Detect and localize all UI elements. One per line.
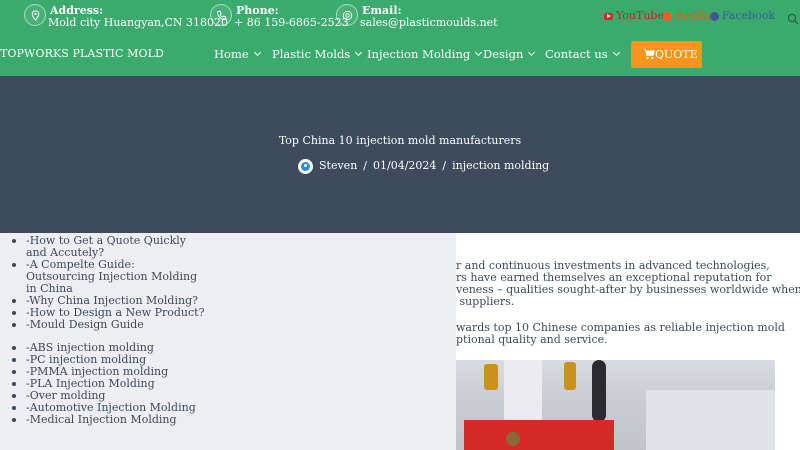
machine-bolt <box>506 432 520 446</box>
location-pin-icon <box>24 4 46 26</box>
shopping-cart-icon <box>643 48 655 60</box>
phone-icon <box>210 4 232 26</box>
youtube-label: YouTube <box>616 9 664 22</box>
nav-item-contact-us[interactable]: Contact us <box>545 47 620 61</box>
main-navigation: TOPWORKS PLASTIC MOLD Home Plastic Molds… <box>0 34 800 76</box>
chevron-down-icon <box>253 48 261 57</box>
address-value: Mold city Huangyan,CN 318020 <box>48 16 228 29</box>
author-avatar-icon <box>298 158 313 174</box>
youtube-link[interactable]: YouTube <box>604 9 664 23</box>
youtube-icon <box>604 12 613 20</box>
quote-label: QUOTE <box>655 48 698 61</box>
reddit-icon <box>663 11 672 21</box>
site-logo[interactable]: TOPWORKS PLASTIC MOLD <box>0 47 164 60</box>
phone-value[interactable]: + 86 159-6865-2523 <box>234 16 349 29</box>
email-value[interactable]: sales@plasticmoulds.net <box>360 16 498 29</box>
list-item[interactable]: -Medical Injection Molding <box>6 414 256 426</box>
at-sign-icon <box>336 4 358 26</box>
category-link[interactable]: injection molding <box>452 159 549 172</box>
paragraph-line: suppliers. <box>456 295 515 308</box>
background-area <box>646 390 775 450</box>
list-item[interactable]: -Mould Design Guide <box>6 319 206 331</box>
facebook-link[interactable]: Facebook <box>710 9 775 23</box>
reddit-label: Reddit <box>675 9 712 22</box>
sidebar-overlay: -How to Get a Quote Quickly and Accutely… <box>0 233 456 450</box>
list-item[interactable]: -A Compelte Guide: Outsourcing Injection… <box>6 259 206 295</box>
quote-button[interactable]: QUOTE <box>631 41 702 68</box>
chevron-down-icon <box>528 48 536 57</box>
meta-separator: / <box>363 159 367 172</box>
post-meta: Steven / 01/04/2024 / injection molding <box>298 158 549 174</box>
machine-part <box>484 364 498 390</box>
chevron-down-icon <box>612 48 620 57</box>
top-info-bar: Address: Mold city Huangyan,CN 318020 Ph… <box>0 0 800 34</box>
author-link[interactable]: Steven <box>319 159 357 172</box>
nav-item-label: Injection Molding <box>367 47 471 61</box>
page-title: Top China 10 injection mold manufacturer… <box>278 134 522 147</box>
facebook-icon <box>710 11 719 21</box>
page-hero: Top China 10 injection mold manufacturer… <box>0 76 800 233</box>
chevron-down-icon <box>355 48 363 57</box>
paragraph-line: ptional quality and service. <box>456 333 608 346</box>
nav-item-label: Design <box>483 47 524 61</box>
facebook-label: Facebook <box>722 9 776 22</box>
machine-part <box>564 362 576 390</box>
nav-item-label: Plastic Molds <box>272 47 351 61</box>
nav-item-label: Home <box>214 47 249 61</box>
nav-item-label: Contact us <box>545 47 608 61</box>
meta-separator: / <box>442 159 447 172</box>
article-image <box>456 360 775 450</box>
post-date: 01/04/2024 <box>373 159 437 172</box>
list-item[interactable]: -How to Get a Quote Quickly and Accutely… <box>6 235 206 259</box>
nav-item-injection-molding[interactable]: Injection Molding <box>367 47 483 61</box>
article-paragraph: wards top 10 Chinese companies as reliab… <box>456 322 785 346</box>
machine-base <box>464 420 614 450</box>
nav-item-design[interactable]: Design <box>483 47 536 61</box>
chevron-down-icon <box>475 48 483 57</box>
materials-list: -ABS injection molding -PC injection mol… <box>6 342 256 426</box>
article-paragraph: r and continuous investments in advanced… <box>456 260 800 308</box>
reddit-link[interactable]: Reddit <box>663 9 712 23</box>
nav-item-home[interactable]: Home <box>214 47 261 61</box>
guides-list: -How to Get a Quote Quickly and Accutely… <box>6 235 206 331</box>
machine-handle <box>592 360 606 422</box>
nav-item-plastic-molds[interactable]: Plastic Molds <box>272 47 363 61</box>
search-icon[interactable] <box>787 10 799 25</box>
